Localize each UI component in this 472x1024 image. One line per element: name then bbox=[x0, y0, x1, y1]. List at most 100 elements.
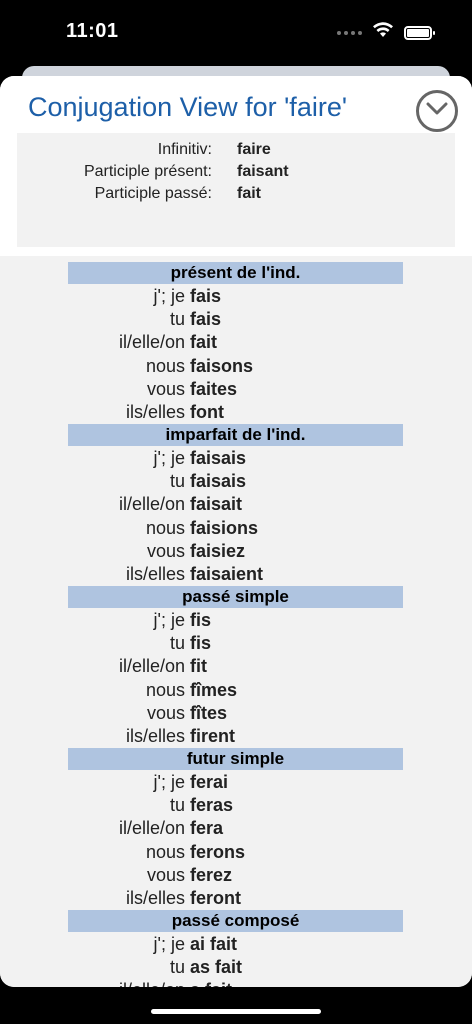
conjugation-row: ils/elles font bbox=[0, 401, 472, 424]
pronoun: ils/elles bbox=[125, 564, 185, 584]
verb-form: feront bbox=[190, 888, 241, 908]
sheet-header: Conjugation View for 'faire' Infinitiv: … bbox=[0, 76, 472, 256]
conjugation-row: j'; je ai fait bbox=[0, 933, 472, 956]
dismiss-button[interactable] bbox=[416, 90, 458, 132]
info-row-present-participle: Participle présent: faisant bbox=[17, 163, 455, 185]
info-value: faire bbox=[237, 141, 271, 158]
sheet-title: Conjugation View for 'faire' bbox=[28, 92, 347, 122]
conjugation-row: nous faisions bbox=[0, 517, 472, 540]
pronoun: tu bbox=[169, 957, 185, 978]
status-icons bbox=[337, 22, 435, 43]
pronoun: nous bbox=[145, 841, 185, 862]
pronoun: nous bbox=[145, 679, 185, 700]
info-label: Participle présent: bbox=[83, 163, 212, 180]
pronoun: j'; je bbox=[153, 772, 185, 792]
pronoun: il/elle/on bbox=[118, 332, 185, 353]
status-time: 11:01 bbox=[66, 20, 119, 42]
verb-form: ferai bbox=[190, 772, 229, 792]
info-label: Participle passé: bbox=[94, 185, 212, 202]
pronoun: il/elle/on bbox=[118, 656, 185, 677]
verb-form: feras bbox=[190, 795, 234, 816]
verb-form: fera bbox=[190, 818, 224, 839]
pronoun: j'; je bbox=[153, 934, 185, 954]
conjugation-row: vous ferez bbox=[0, 864, 472, 887]
verb-form: fis bbox=[190, 633, 212, 654]
pronoun: ils/elles bbox=[125, 726, 185, 746]
conjugation-row: j'; je faisais bbox=[0, 447, 472, 470]
pronoun: il/elle/on bbox=[118, 494, 185, 515]
pronoun: vous bbox=[146, 540, 185, 561]
conjugation-row: ils/elles faisaient bbox=[0, 563, 472, 586]
conjugation-sheet: Conjugation View for 'faire' Infinitiv: … bbox=[0, 76, 472, 987]
conjugation-row: il/elle/on fait bbox=[0, 331, 472, 354]
pronoun: nous bbox=[145, 517, 185, 538]
conjugation-row: vous faisiez bbox=[0, 540, 472, 563]
pronoun: tu bbox=[169, 633, 185, 654]
conjugation-row: ils/elles feront bbox=[0, 887, 472, 910]
verb-form: fait bbox=[190, 332, 217, 353]
info-row-past-participle: Participle passé: fait bbox=[17, 185, 455, 207]
conjugation-row: il/elle/on fera bbox=[0, 817, 472, 840]
pronoun: il/elle/on bbox=[118, 818, 185, 839]
verb-form: font bbox=[190, 402, 224, 422]
verb-form: faisaient bbox=[190, 564, 264, 584]
pronoun: tu bbox=[169, 471, 185, 492]
verb-form: as fait bbox=[190, 957, 243, 978]
verb-info-box: Infinitiv: faire Participle présent: fai… bbox=[17, 133, 455, 247]
wifi-icon bbox=[372, 22, 394, 43]
verb-form: a fait bbox=[190, 979, 232, 987]
conjugation-row: tu as fait bbox=[0, 956, 472, 979]
tense-header: futur simple bbox=[68, 748, 403, 770]
tense-header: présent de l'ind. bbox=[68, 262, 403, 284]
conjugation-row: tu faisais bbox=[0, 470, 472, 493]
verb-form: faisait bbox=[190, 494, 243, 515]
cellular-signal-icon bbox=[337, 30, 362, 35]
pronoun: nous bbox=[145, 355, 185, 376]
verb-form: ferons bbox=[190, 841, 246, 862]
verb-form: faisons bbox=[190, 355, 254, 376]
verb-form: fais bbox=[190, 309, 222, 330]
verb-form: faisions bbox=[190, 517, 259, 538]
status-bar: 11:01 bbox=[0, 0, 472, 66]
conjugation-row: tu feras bbox=[0, 794, 472, 817]
tense-header: passé simple bbox=[68, 586, 403, 608]
conjugation-row: nous ferons bbox=[0, 841, 472, 864]
verb-form: fîtes bbox=[190, 702, 228, 723]
tense-header: imparfait de l'ind. bbox=[68, 424, 403, 446]
pronoun: j'; je bbox=[153, 448, 185, 468]
conjugation-list[interactable]: présent de l'ind. j'; je fais tu fais il/elle… bbox=[0, 256, 472, 987]
info-row-infinitive: Infinitiv: faire bbox=[17, 141, 455, 163]
battery-icon bbox=[404, 25, 435, 40]
tense-header: passé composé bbox=[68, 910, 403, 932]
conjugation-row: j'; je fais bbox=[0, 285, 472, 308]
verb-form: faisiez bbox=[190, 540, 246, 561]
chevron-down-icon bbox=[426, 102, 448, 115]
conjugation-row: nous faisons bbox=[0, 355, 472, 378]
conjugation-row: il/elle/on faisait bbox=[0, 493, 472, 516]
verb-form: fîmes bbox=[190, 679, 238, 700]
verb-form: faites bbox=[190, 378, 238, 399]
conjugation-row: vous fîtes bbox=[0, 702, 472, 725]
verb-form: faisais bbox=[190, 448, 247, 468]
verb-form: fis bbox=[190, 610, 212, 630]
conjugation-row: vous faites bbox=[0, 378, 472, 401]
verb-form: faisais bbox=[190, 471, 247, 492]
conjugation-row: il/elle/on a fait bbox=[0, 979, 472, 987]
pronoun: vous bbox=[146, 378, 185, 399]
info-value: fait bbox=[237, 185, 261, 202]
home-indicator[interactable] bbox=[151, 1009, 321, 1014]
conjugation-row: tu fis bbox=[0, 632, 472, 655]
pronoun: vous bbox=[146, 864, 185, 885]
verb-form: ai fait bbox=[190, 934, 238, 954]
verb-form: fit bbox=[190, 656, 207, 677]
pronoun: ils/elles bbox=[125, 402, 185, 422]
conjugation-row: tu fais bbox=[0, 308, 472, 331]
conjugation-row: j'; je ferai bbox=[0, 771, 472, 794]
pronoun: tu bbox=[169, 309, 185, 330]
verb-form: firent bbox=[190, 726, 235, 746]
info-label: Infinitiv: bbox=[157, 141, 212, 158]
conjugation-row: j'; je fis bbox=[0, 609, 472, 632]
conjugation-row: nous fîmes bbox=[0, 679, 472, 702]
pronoun: vous bbox=[146, 702, 185, 723]
pronoun: tu bbox=[169, 795, 185, 816]
